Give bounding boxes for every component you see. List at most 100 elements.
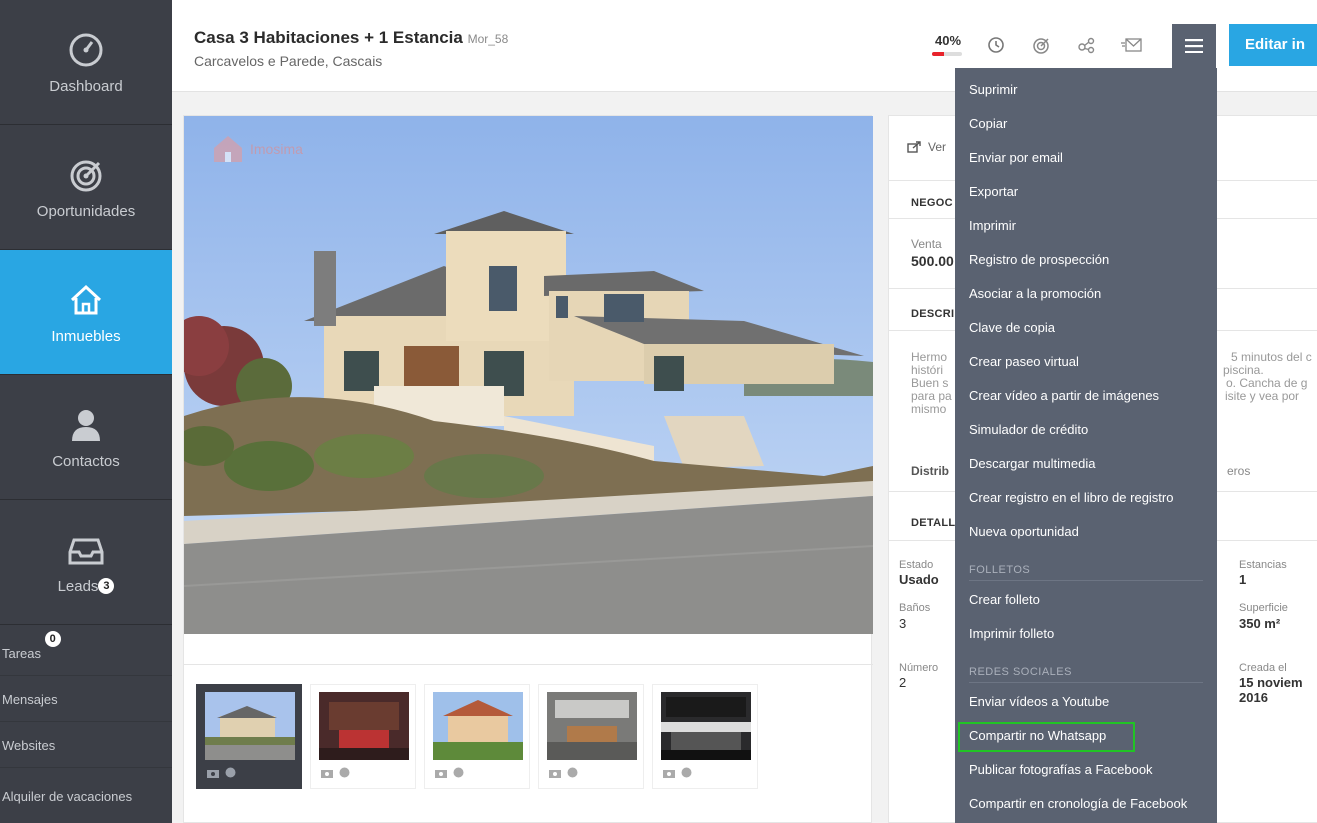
thumbnail-3[interactable] <box>424 684 530 789</box>
nav-dashboard[interactable]: Dashboard <box>0 0 172 125</box>
envelope-icon <box>1121 38 1142 52</box>
menu-item-clave-copia[interactable]: Clave de copia <box>955 311 1217 345</box>
thumbnail-icons <box>321 767 350 778</box>
superficie-label: Superficie <box>1239 602 1288 614</box>
creada-year: 2016 <box>1239 690 1268 705</box>
house-logo-icon <box>214 136 242 162</box>
menu-item-crear-folleto[interactable]: Crear folleto <box>955 583 1217 617</box>
menu-item-registro-prospeccion[interactable]: Registro de prospección <box>955 243 1217 277</box>
share-button[interactable] <box>1075 33 1099 57</box>
estancias-value: 1 <box>1239 572 1247 587</box>
main-photo[interactable]: Imosima <box>184 116 873 634</box>
thumbnail-icons <box>207 767 236 778</box>
email-button[interactable] <box>1119 33 1143 57</box>
description-line: Buen s <box>911 376 949 390</box>
menu-item-imprimir-folleto[interactable]: Imprimir folleto <box>955 617 1217 651</box>
distribucion-label: Distrib <box>911 464 950 478</box>
nav-leads-label: Leads <box>57 578 99 595</box>
menu-section-redes-label: REDES SOCIALES <box>969 666 1072 678</box>
menu-item-crear-video[interactable]: Crear vídeo a partir de imágenes <box>955 379 1217 413</box>
thumbnail-image <box>205 692 295 760</box>
menu-item-imprimir[interactable]: Imprimir <box>955 209 1217 243</box>
nav-dashboard-label: Dashboard <box>49 78 123 95</box>
menu-item-simulador-credito[interactable]: Simulador de crédito <box>955 413 1217 447</box>
nav-inmuebles[interactable]: Inmuebles <box>0 250 172 375</box>
menu-item-paseo-virtual[interactable]: Crear paseo virtual <box>955 345 1217 379</box>
description-line: o. Cancha de g <box>1226 376 1308 390</box>
property-reference: Mor_58 <box>467 32 509 46</box>
edit-button[interactable]: Editar in <box>1229 24 1317 66</box>
nav-oportunidades[interactable]: Oportunidades <box>0 125 172 250</box>
thumbnail-1[interactable] <box>196 684 302 789</box>
menu-item-facebook-cronologia[interactable]: Compartir en cronología de Facebook <box>955 787 1217 821</box>
estancias-label: Estancias <box>1239 559 1287 571</box>
nav-tareas-label: Tareas <box>2 646 42 661</box>
menu-item-nueva-oportunidad[interactable]: Nueva oportunidad <box>955 515 1217 549</box>
thumbnail-2[interactable] <box>310 684 416 789</box>
clock-icon <box>988 37 1004 53</box>
menu-section-folletos-label: FOLLETOS <box>969 564 1031 576</box>
menu-item-enviar-email[interactable]: Enviar por email <box>955 141 1217 175</box>
negocio-heading: NEGOC <box>911 197 953 209</box>
menu-item-facebook-fotos[interactable]: Publicar fotografías a Facebook <box>955 753 1217 787</box>
menu-button[interactable] <box>1172 24 1216 68</box>
menu-item-libro-registro[interactable]: Crear registro en el libro de registro <box>955 481 1217 515</box>
nav-mensajes[interactable]: Mensajes <box>0 677 172 722</box>
nav-inmuebles-label: Inmuebles <box>51 328 121 345</box>
description-line: 5 minutos del c <box>1231 350 1312 364</box>
globe-icon <box>225 767 236 778</box>
thumbnail-image <box>547 692 637 760</box>
thumbnail-image <box>319 692 409 760</box>
nav-alquiler[interactable]: Alquiler de vacaciones <box>0 774 172 819</box>
thumbnail-5[interactable] <box>652 684 758 789</box>
nav-contactos[interactable]: Contactos <box>0 375 172 500</box>
speedometer-icon <box>0 30 172 70</box>
creada-value: 15 noviem <box>1239 675 1303 690</box>
thumbnail-icons <box>663 767 692 778</box>
ver-link-label: Ver <box>928 140 947 154</box>
globe-icon <box>339 767 350 778</box>
ver-link[interactable]: Ver <box>907 140 946 154</box>
menu-item-asociar-promocion[interactable]: Asociar a la promoción <box>955 277 1217 311</box>
hamburger-icon <box>1185 39 1203 53</box>
menu-section-redes-sociales: REDES SOCIALES <box>955 651 1217 685</box>
nav-tareas[interactable]: Tareas 0 <box>0 631 172 676</box>
page-title: Casa 3 Habitaciones + 1 Estancia <box>194 28 463 47</box>
nav-websites[interactable]: Websites <box>0 723 172 768</box>
menu-item-descargar-multimedia[interactable]: Descargar multimedia <box>955 447 1217 481</box>
nav-leads[interactable]: Leads 3 <box>0 500 172 625</box>
price-value: 500.00 <box>911 253 954 269</box>
descripcion-heading: DESCRI <box>911 308 955 320</box>
globe-icon <box>681 767 692 778</box>
numero-label: Número <box>899 662 939 674</box>
banos-value: 3 <box>899 616 907 631</box>
globe-icon <box>567 767 578 778</box>
clock-button[interactable] <box>984 33 1008 57</box>
divider <box>184 664 873 665</box>
thumbnail-image <box>433 692 523 760</box>
menu-item-exportar[interactable]: Exportar <box>955 175 1217 209</box>
thumbnail-4[interactable] <box>538 684 644 789</box>
menu-item-suprimir[interactable]: Suprimir <box>955 73 1217 107</box>
progress-text: 40% <box>934 33 962 48</box>
menu-item-youtube[interactable]: Enviar vídeos a Youtube <box>955 685 1217 719</box>
tareas-count-badge: 0 <box>44 631 61 647</box>
menu-item-copiar[interactable]: Copiar <box>955 107 1217 141</box>
person-icon <box>0 405 172 445</box>
inbox-icon <box>0 530 172 570</box>
venta-label: Venta <box>911 237 942 251</box>
description-line: para pa <box>911 389 952 403</box>
description-line: históri <box>911 363 944 377</box>
photo-panel: Imosima <box>183 115 873 823</box>
camera-icon <box>549 769 561 778</box>
watermark-logo: Imosima <box>212 134 303 164</box>
description-line: isite y vea por <box>1225 389 1300 403</box>
nav-leads-label-row: Leads 3 <box>0 578 172 595</box>
sidebar: Dashboard Oportunidades Inmuebles Contac… <box>0 0 172 823</box>
divider <box>969 580 1203 581</box>
description-line: Hermo <box>911 350 948 364</box>
detalles-heading: DETALL <box>911 517 956 529</box>
nav-contactos-label: Contactos <box>52 453 120 470</box>
whatsapp-highlight-box <box>958 722 1135 752</box>
target-button[interactable] <box>1029 33 1053 57</box>
